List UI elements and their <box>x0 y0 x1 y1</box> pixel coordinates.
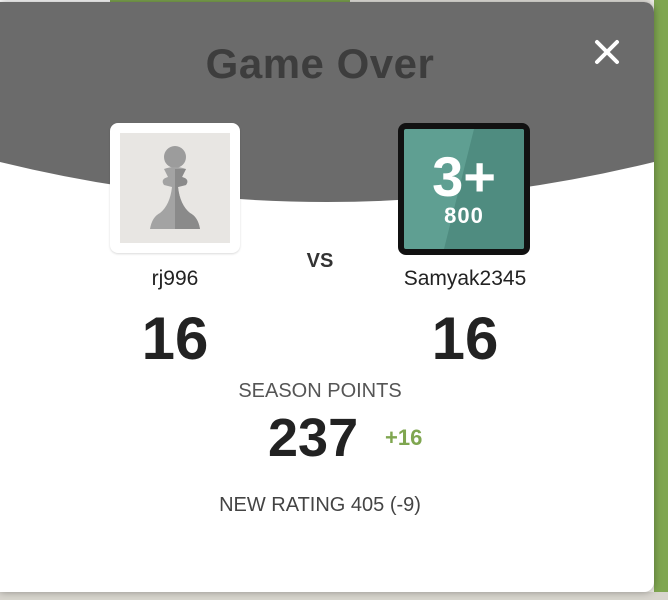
player-score-right: 16 <box>431 305 499 372</box>
badge-bottom-text: 800 <box>444 203 484 228</box>
modal-title: Game Over <box>205 40 435 87</box>
pawn-icon <box>150 146 200 229</box>
season-points-row: 237 +16 <box>200 407 500 477</box>
season-points-label: SEASON POINTS <box>238 380 402 402</box>
player-score-left: 16 <box>141 305 209 372</box>
badge-top-text: 3+ <box>432 145 496 208</box>
close-icon <box>595 40 619 64</box>
vs-label: VS <box>306 250 334 272</box>
player-name-right[interactable]: Samyak2345 <box>380 267 550 291</box>
backdrop-strip <box>0 592 668 600</box>
player-avatar-right[interactable]: 3+ 800 <box>398 123 530 255</box>
backdrop-strip <box>654 300 668 600</box>
backdrop-strip <box>654 0 668 300</box>
player-name-left[interactable]: rj996 <box>100 267 250 291</box>
season-points-value: 237 <box>268 408 359 468</box>
player-avatar-left[interactable] <box>110 123 240 253</box>
header-background <box>0 2 654 202</box>
game-over-modal: Game Over 3+ 800 VS rj996 Samyak2345 16 … <box>0 2 654 592</box>
new-rating-text: NEW RATING 405 (-9) <box>219 494 421 516</box>
close-button[interactable] <box>587 32 627 72</box>
season-points-delta: +16 <box>385 425 423 450</box>
